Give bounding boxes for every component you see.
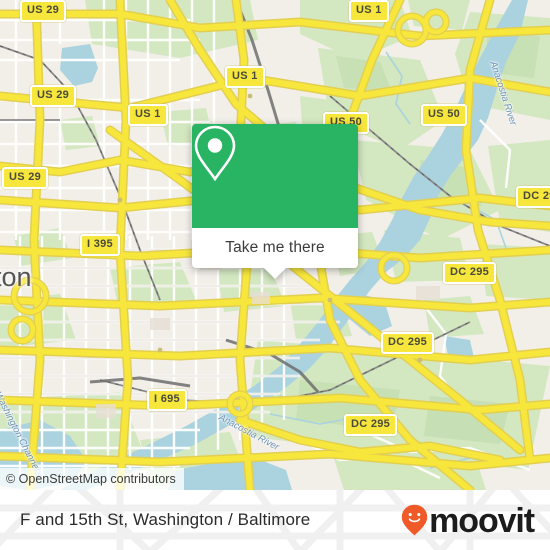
place-title: F and 15th St, Washington / Baltimore (20, 490, 310, 550)
moovit-logo[interactable]: moovit (401, 490, 535, 550)
road-shield-us-1[interactable]: US 1 (349, 0, 389, 22)
road-shield-us-29[interactable]: US 29 (2, 167, 49, 189)
destination-popup-card[interactable]: Take me there (192, 124, 358, 279)
screenshot-root: ton Anacostia River Anacostia River Wash… (0, 0, 550, 550)
road-shield-dc-295[interactable]: DC 295 (443, 262, 497, 284)
road-shield-i-395[interactable]: I 395 (80, 234, 120, 256)
map-canvas[interactable]: ton Anacostia River Anacostia River Wash… (0, 0, 550, 490)
road-shield-us-29[interactable]: US 29 (30, 85, 77, 107)
moovit-smiley-pin-icon (401, 504, 428, 536)
city-label-washington: ton (0, 262, 32, 292)
road-shield-us-1[interactable]: US 1 (128, 104, 168, 126)
footer-bar: F and 15th St, Washington / Baltimore mo… (0, 490, 550, 550)
attribution-text: © OpenStreetMap contributors (6, 472, 176, 486)
road-shield-dc-295[interactable]: DC 295 (516, 186, 550, 208)
popup-card-header (192, 124, 358, 228)
road-shield-us-1[interactable]: US 1 (225, 66, 265, 88)
road-shield-us-29[interactable]: US 29 (20, 0, 67, 22)
road-shield-dc-295[interactable]: DC 295 (344, 414, 398, 436)
popup-card-action[interactable]: Take me there (192, 228, 358, 279)
road-shield-dc-295[interactable]: DC 295 (381, 332, 435, 354)
popup-pointer (264, 268, 286, 279)
map-attribution[interactable]: © OpenStreetMap contributors (0, 468, 184, 490)
location-pin-icon (194, 125, 236, 182)
take-me-there-label: Take me there (225, 239, 325, 256)
road-shield-i-695[interactable]: I 695 (147, 389, 187, 411)
road-shield-us-50[interactable]: US 50 (421, 104, 468, 126)
place-title-text: F and 15th St, Washington / Baltimore (20, 510, 311, 529)
moovit-wordmark: moovit (429, 502, 535, 540)
